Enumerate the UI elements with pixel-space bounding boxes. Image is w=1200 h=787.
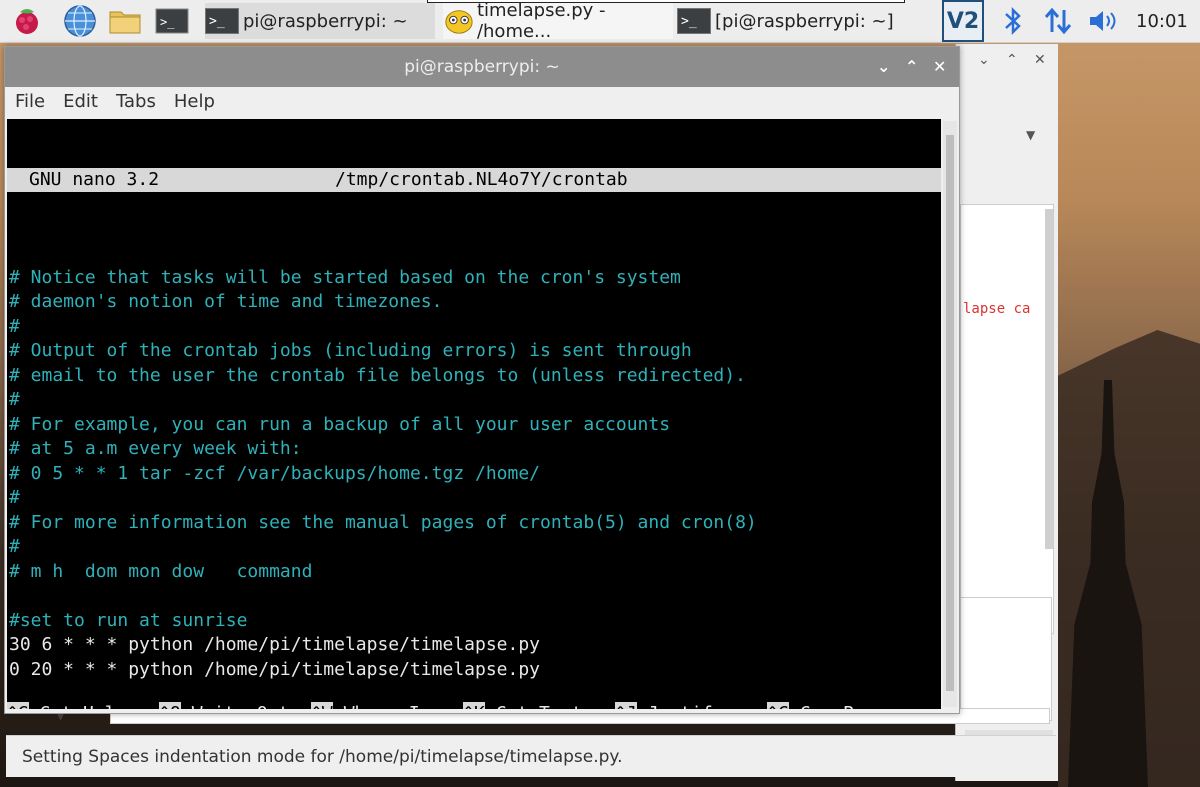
shortcut-label: Where Is (333, 702, 431, 709)
task-label: pi@raspberrypi: ~ (243, 10, 408, 32)
nano-shortcut-bar: ^GGet Help^OWrite Out^WWhere Is^KCut Tex… (7, 653, 941, 709)
vnc-icon[interactable]: V2 (942, 0, 984, 42)
file-line: # (9, 536, 20, 557)
menu-file[interactable]: File (15, 91, 45, 112)
svg-text:>_: >_ (160, 15, 175, 29)
file-line: # m h dom mon dow command (9, 560, 313, 582)
task-label: [pi@raspberrypi: ~] (715, 10, 894, 32)
taskbar: >_ >_ pi@raspberrypi: ~ timelapse.py - /… (0, 0, 1200, 43)
file-line: # For example, you can run a backup of a… (9, 413, 671, 435)
maximize-icon[interactable]: ⌃ (905, 57, 918, 76)
shortcut-key: ^W (311, 702, 333, 709)
nano-version: GNU nano 3.2 (29, 169, 160, 190)
error-text-fragment: lapse ca (963, 301, 1031, 317)
file-line: # For more information see the manual pa… (9, 511, 757, 533)
shortcut-label: Justify (637, 702, 724, 709)
taskbar-task-thonny[interactable]: timelapse.py - /home... (443, 0, 673, 42)
shortcut-label: Cut Text (485, 702, 583, 709)
file-line: # daemon's notion of time and timezones. (9, 291, 443, 312)
window-title: pi@raspberrypi: ~ (404, 57, 560, 77)
menu-edit[interactable]: Edit (63, 91, 98, 112)
menu-tabs[interactable]: Tabs (116, 91, 156, 112)
code-editor-area[interactable]: lapse ca (960, 204, 1054, 744)
terminal-scrollbar[interactable] (943, 121, 957, 707)
taskbar-task-terminal[interactable]: >_ pi@raspberrypi: ~ (205, 3, 435, 39)
shortcut-item: ^KCut Text (463, 702, 615, 709)
nano-header: GNU nano 3.2/tmp/crontab.NL4o7Y/crontab (7, 168, 941, 192)
file-line (7, 241, 941, 266)
minimize-icon[interactable]: ⌄ (877, 57, 890, 76)
clock[interactable]: 10:01 (1136, 0, 1188, 42)
file-line: # email to the user the crontab file bel… (9, 364, 746, 386)
shortcut-key: ^C (767, 702, 789, 709)
shortcut-key: ^G (7, 702, 29, 709)
file-line: # (9, 389, 20, 410)
file-line (7, 584, 941, 609)
file-line: #set to run at sunrise (9, 609, 248, 631)
terminal-window[interactable]: pi@raspberrypi: ~ ⌄ ⌃ ✕ File Edit Tabs H… (4, 46, 960, 714)
close-icon[interactable]: ✕ (1034, 52, 1046, 68)
browser-icon[interactable] (63, 4, 97, 38)
shortcut-item: ^GGet Help (7, 702, 159, 709)
file-manager-icon[interactable] (108, 4, 142, 38)
file-line: # (9, 315, 20, 337)
dropdown-arrow-icon[interactable]: ▼ (1026, 128, 1035, 142)
bluetooth-icon[interactable] (998, 0, 1028, 42)
file-line: # at 5 a.m every week with: (9, 438, 302, 459)
nano-filename: /tmp/crontab.NL4o7Y/crontab (335, 169, 628, 190)
terminal-screen[interactable]: GNU nano 3.2/tmp/crontab.NL4o7Y/crontab … (7, 119, 941, 709)
shortcut-key: ^K (463, 702, 485, 709)
scrollbar-thumb[interactable] (946, 135, 954, 691)
menu-help[interactable]: Help (174, 91, 215, 112)
menu-bar: File Edit Tabs Help (5, 87, 959, 115)
terminal-icon: >_ (677, 8, 711, 34)
chevron-up-icon[interactable]: ⌃ (1006, 52, 1018, 68)
chevron-down-icon[interactable]: ⌄ (978, 52, 990, 68)
vnc-label: V2 (946, 8, 980, 34)
shortcut-item: ^CCur Pos (767, 702, 919, 709)
raspberry-menu-icon[interactable] (10, 4, 44, 38)
shortcut-key: ^J (615, 702, 637, 709)
shortcut-item: ^WWhere Is (311, 702, 463, 709)
editor-scrollbar[interactable] (1045, 209, 1053, 549)
file-line: # 0 5 * * 1 tar -zcf /var/backups/home.t… (9, 462, 541, 484)
terminal-icon: >_ (205, 8, 239, 34)
terminal-launcher-icon[interactable]: >_ (155, 4, 189, 38)
file-content[interactable]: # Notice that tasks will be started base… (7, 241, 941, 682)
close-icon[interactable]: ✕ (933, 57, 946, 76)
taskbar-task-terminal-2[interactable]: >_ [pi@raspberrypi: ~] (677, 3, 907, 39)
shell-area[interactable] (960, 597, 1052, 721)
thonny-icon (445, 10, 473, 34)
shortcut-row-1: ^GGet Help^OWrite Out^WWhere Is^KCut Tex… (7, 702, 941, 709)
file-line: # Output of the crontab jobs (including … (9, 340, 692, 361)
network-icon[interactable] (1040, 0, 1076, 42)
shortcut-label: Get Help (29, 702, 127, 709)
shortcut-item: ^JJustify (615, 702, 767, 709)
shortcut-label: Write Out (181, 702, 290, 709)
shortcut-key: ^O (159, 702, 181, 709)
window-titlebar[interactable]: pi@raspberrypi: ~ ⌄ ⌃ ✕ (5, 47, 959, 87)
volume-icon[interactable] (1086, 0, 1122, 42)
background-editor-window[interactable]: ⌄ ⌃ ✕ ▼ lapse ca (955, 44, 1058, 781)
shortcut-label: Cur Pos (789, 702, 876, 709)
status-text: Setting Spaces indentation mode for /hom… (22, 746, 623, 767)
task-label: timelapse.py - /home... (476, 0, 606, 42)
file-line: # (9, 487, 20, 508)
file-line: # Notice that tasks will be started base… (9, 266, 681, 288)
shortcut-item: ^OWrite Out (159, 702, 311, 709)
editor-status-bar: Setting Spaces indentation mode for /hom… (6, 735, 1056, 777)
